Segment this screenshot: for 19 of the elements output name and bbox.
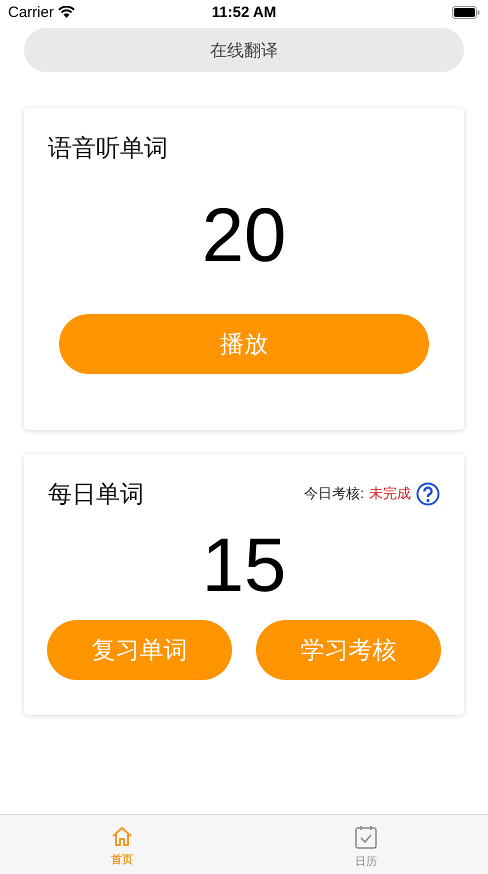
word-count: 15 (200, 528, 288, 604)
wifi-icon (58, 6, 75, 18)
action-button[interactable]: 学习考核 (256, 620, 441, 680)
action-button[interactable]: 复习单词 (47, 620, 232, 680)
card-title: 语音听单词 (48, 134, 169, 164)
battery-icon (452, 6, 480, 18)
help-icon[interactable] (416, 482, 440, 506)
card-title: 每日单词 (48, 480, 144, 510)
check-status: 未完成 (369, 485, 411, 503)
check-label: 今日考核: (304, 485, 364, 503)
clock-time: 11:52 AM (212, 4, 276, 20)
play-button[interactable]: 播放 (59, 314, 429, 374)
word-count: 20 (200, 198, 288, 274)
calendar-check-icon (355, 825, 377, 849)
home-icon (111, 825, 133, 847)
translate-button[interactable]: 在线翻译 (24, 28, 464, 72)
tab-bar-item[interactable]: 首页 (0, 815, 244, 874)
tab-bar-item[interactable]: 日历 (244, 815, 488, 874)
carrier-label: Carrier (8, 4, 54, 20)
